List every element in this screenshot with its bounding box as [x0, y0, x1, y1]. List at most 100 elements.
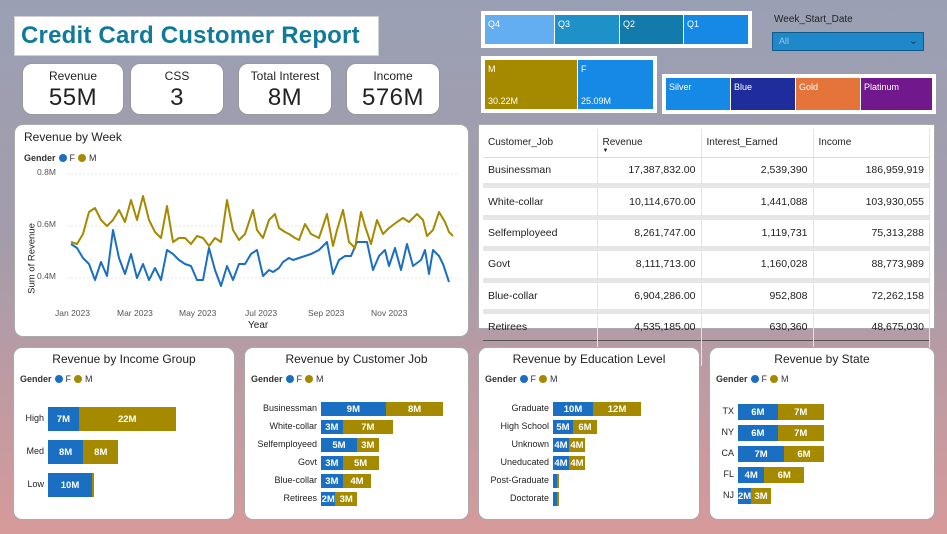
table-cell: Selfemployeed [483, 219, 598, 247]
table-cell: 4,535,185.00 [597, 313, 702, 341]
category-label: NY [721, 427, 734, 437]
table-row[interactable]: White-collar 10,114,670.00 1,441,088 103,93… [483, 188, 930, 215]
table-row[interactable]: Businessman 17,387,832.00 2,539,390 186,959… [483, 157, 930, 184]
bar-segment-male[interactable]: 3M [751, 488, 771, 504]
bar-segment-male[interactable]: 6M [573, 420, 597, 434]
bar-segment-female[interactable]: 3M [321, 420, 343, 434]
bar-segment-male[interactable]: 6M [764, 467, 804, 483]
bar-segment-female[interactable]: 10M [48, 473, 92, 497]
chart-title: Revenue by State [774, 352, 870, 366]
category-label: FL [723, 469, 734, 479]
category-label: White-collar [269, 421, 317, 431]
column-header-customer-job[interactable]: Customer_Job [483, 129, 598, 158]
column-header-revenue[interactable]: Revenue ▼ [597, 129, 702, 158]
bar-segment-male[interactable]: 3M [335, 492, 357, 506]
legend-label-female: F [65, 374, 72, 384]
bar-segment-female[interactable]: 6M [738, 404, 778, 420]
slicer-blue[interactable]: Blue [731, 78, 795, 110]
kpi-label: Total Interest [250, 69, 320, 83]
kpi-label: Income [373, 69, 413, 83]
table-row[interactable]: Govt 8,111,713.00 1,160,028 88,773,989 [483, 251, 930, 278]
slicer-q3[interactable]: Q3 [555, 15, 619, 44]
slicer-label: Platinum [864, 82, 900, 92]
bar-segment-male[interactable]: 7M [777, 404, 824, 420]
table-cell: Blue-collar [483, 282, 598, 309]
bar-segment-male[interactable]: 3M [357, 438, 379, 452]
bar-segment-female[interactable]: 4M [553, 456, 569, 470]
slicer-label: Q3 [558, 19, 571, 29]
column-header-interest-earned[interactable]: Interest_Earned [701, 129, 814, 158]
legend-dot-female [750, 375, 759, 383]
slicer-label: Q1 [687, 19, 700, 29]
slicer-q4[interactable]: Q4 [485, 15, 554, 44]
slicer-label: Q4 [488, 19, 501, 29]
slicer-q1[interactable]: Q1 [684, 15, 748, 44]
slicer-q2[interactable]: Q2 [620, 15, 683, 44]
x-tick-row: Jan 2023 Mar 2023 May 2023 Jul 2023 Sep … [55, 308, 465, 320]
bar-segment-male[interactable] [556, 474, 559, 488]
week-filter-value: All [779, 36, 790, 46]
slicer-female[interactable]: F 25.09M [578, 60, 653, 109]
bar-segment-female[interactable]: 4M [553, 438, 569, 452]
table-cell: 88,773,989 [813, 251, 930, 278]
bar-segment-male[interactable]: 22M [78, 407, 176, 431]
legend-dot-female [285, 375, 294, 383]
bar-segment-female[interactable]: 2M [321, 492, 336, 506]
chart-title: Revenue by Customer Job [285, 352, 428, 366]
bar-segment-male[interactable]: 6M [784, 446, 824, 462]
chart-legend: Gender F M [24, 153, 97, 163]
bar-segment-female[interactable]: 5M [321, 438, 357, 452]
bar-segment-female[interactable]: 3M [321, 474, 343, 488]
bar-segment-female[interactable]: 7M [48, 407, 79, 431]
bar-segment-female[interactable]: 5M [553, 420, 573, 434]
table-cell: 1,160,028 [701, 251, 814, 278]
bar-segment-female[interactable]: 2M [738, 488, 751, 504]
bar-segment-male[interactable]: 4M [342, 474, 372, 488]
bar-segment-female[interactable]: 10M [553, 402, 593, 416]
bar-segment-male[interactable] [92, 473, 95, 497]
table-row[interactable]: Blue-collar 6,904,286.00 952,808 72,262,158 [483, 282, 930, 309]
bar-segment-male[interactable]: 8M [385, 402, 444, 416]
slicer-male[interactable]: M 30.22M [485, 60, 577, 109]
bar-segment-female[interactable]: 3M [321, 456, 343, 470]
bar-segment-male[interactable] [556, 492, 559, 506]
bar-segment-female[interactable]: 6M [738, 425, 778, 441]
quarter-slicer: Q4 Q3 Q2 Q1 [481, 11, 752, 48]
x-tick: Jan 2023 [55, 308, 90, 318]
bar-segment-female[interactable]: 7M [738, 446, 785, 462]
week-filter-dropdown[interactable]: All ⌄ [772, 32, 924, 51]
bar-segment-male[interactable]: 7M [342, 420, 393, 434]
legend-label-female: F [296, 374, 303, 384]
table-cell: White-collar [483, 188, 598, 215]
bar-segment-male[interactable]: 7M [777, 425, 824, 441]
legend-dot-male [539, 375, 548, 383]
legend-title: Gender [485, 374, 517, 384]
slicer-label: Silver [669, 82, 692, 92]
table-row[interactable]: Retirees 4,535,185.00 630,360 48,675,030 [483, 313, 930, 341]
bar-segment-male[interactable]: 12M [593, 402, 641, 416]
table-row[interactable]: Selfemployeed 8,261,747.00 1,119,731 75,313… [483, 219, 930, 247]
slicer-platinum[interactable]: Platinum [861, 78, 932, 110]
chart-title: Revenue by Week [24, 130, 122, 144]
slicer-value: 25.09M [581, 96, 612, 106]
chart-title: Revenue by Income Group [52, 352, 196, 366]
category-label: High School [500, 421, 549, 431]
bar-segment-male[interactable]: 8M [83, 440, 119, 464]
bar-segment-male[interactable]: 5M [342, 456, 379, 470]
bar-segment-female[interactable]: 9M [321, 402, 386, 416]
bar-segment-female[interactable]: 4M [738, 467, 765, 483]
revenue-by-week-card: Revenue by Week Gender F M Sum of Revenu… [14, 124, 469, 337]
slicer-silver[interactable]: Silver [666, 78, 730, 110]
category-label: Businessman [262, 403, 317, 413]
revenue-by-state-card: Revenue by State Gender F M TX 6M 7M NY 6M 7M CA 7M… [709, 347, 935, 520]
column-header-income[interactable]: Income [813, 129, 930, 158]
y-tick: 0.4M [37, 271, 56, 281]
bar-segment-male[interactable]: 4M [569, 456, 585, 470]
slicer-label: M [488, 64, 496, 74]
kpi-value: 576M [361, 84, 425, 111]
chart-title: Revenue by Education Level [512, 352, 666, 366]
bar-segment-female[interactable]: 8M [48, 440, 84, 464]
kpi-value: 55M [48, 84, 98, 111]
bar-segment-male[interactable]: 4M [569, 438, 585, 452]
slicer-gold[interactable]: Gold [796, 78, 860, 110]
